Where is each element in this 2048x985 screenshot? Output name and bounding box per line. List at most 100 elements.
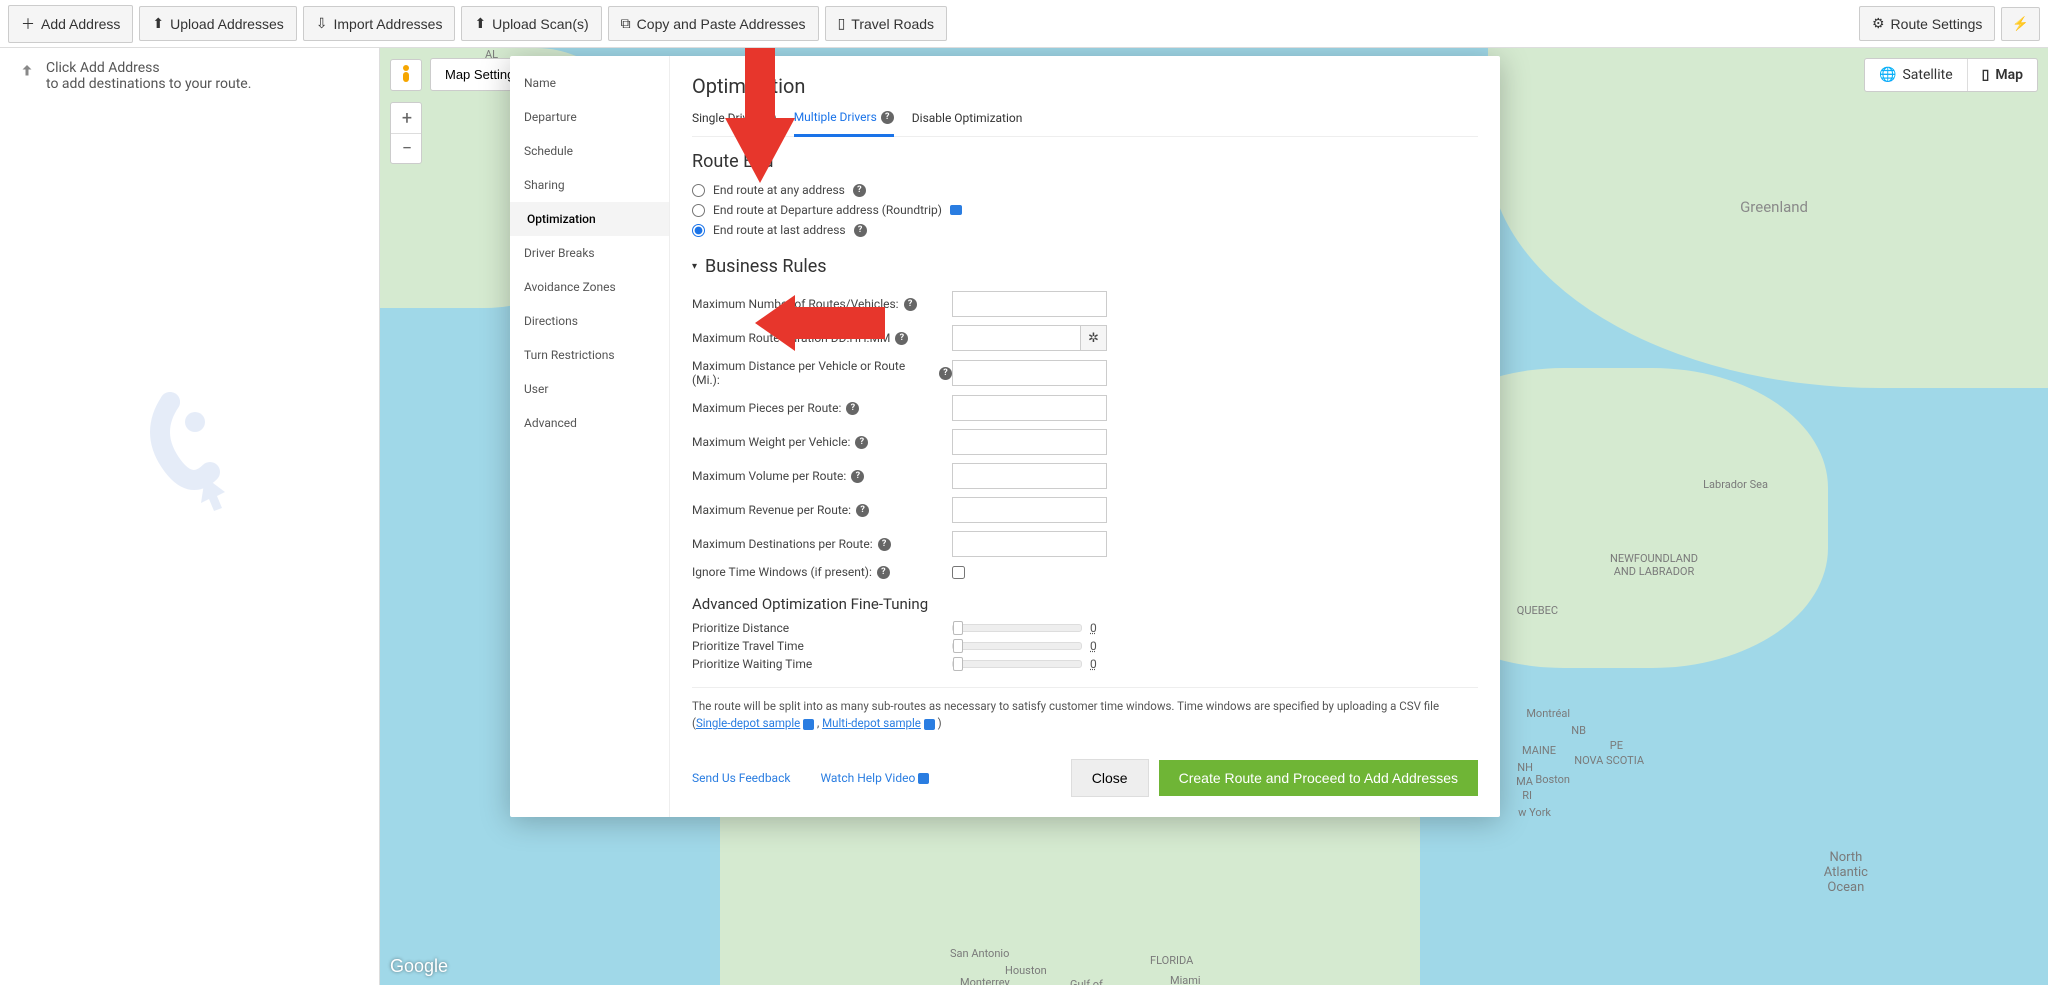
prioritize-distance-value: 0 (1090, 621, 1097, 635)
route-end-any-row[interactable]: End route at any address ? (692, 180, 1478, 200)
map-label-ma: MA (1516, 775, 1533, 788)
sidebar-item-name[interactable]: Name (510, 66, 669, 100)
route-end-departure-row[interactable]: End route at Departure address (Roundtri… (692, 200, 1478, 220)
help-icon[interactable]: ? (878, 538, 891, 551)
send-feedback-link[interactable]: Send Us Feedback (692, 771, 790, 785)
map-label-ri: RI (1522, 789, 1532, 802)
max-destinations-input[interactable] (952, 531, 1107, 557)
multi-depot-sample-link[interactable]: Multi-depot sample (822, 716, 921, 730)
zoom-in-button[interactable]: + (391, 103, 422, 133)
map-icon: ▯ (1982, 67, 1990, 83)
max-destinations-label: Maximum Destinations per Route:? (692, 537, 952, 551)
satellite-label: Satellite (1902, 67, 1952, 83)
single-depot-sample-link[interactable]: Single-depot sample (696, 716, 800, 730)
max-duration-input[interactable] (952, 325, 1080, 351)
watch-help-video-link[interactable]: Watch Help Video (820, 771, 929, 785)
max-weight-label: Maximum Weight per Vehicle:? (692, 435, 952, 449)
help-icon[interactable]: ? (854, 224, 867, 237)
route-end-last-row[interactable]: End route at last address ? (692, 220, 1478, 240)
max-revenue-input[interactable] (952, 497, 1107, 523)
ignore-time-windows-checkbox[interactable] (952, 566, 965, 579)
lightning-button[interactable]: ⚡ (2001, 7, 2040, 41)
route-placeholder-image (18, 392, 361, 512)
tab-disable-optimization[interactable]: Disable Optimization (912, 104, 1023, 136)
max-volume-input[interactable] (952, 463, 1107, 489)
upload-scans-button[interactable]: ⬆ Upload Scan(s) (461, 6, 601, 41)
map-area[interactable]: Greenland Labrador Sea NEWFOUNDLAND AND … (380, 48, 2048, 985)
map-button[interactable]: ▯ Map (1967, 59, 2037, 91)
help-icon[interactable]: ? (895, 332, 908, 345)
add-address-button[interactable]: ＋ Add Address (8, 5, 133, 43)
tab-disable-label: Disable Optimization (912, 111, 1023, 125)
max-distance-label: Maximum Distance per Vehicle or Route (M… (692, 359, 952, 387)
help-icon[interactable]: ? (877, 566, 890, 579)
route-end-any-radio[interactable] (692, 184, 705, 197)
tab-multiple-drivers[interactable]: Multiple Drivers ? (794, 104, 894, 137)
sidebar-item-schedule[interactable]: Schedule (510, 134, 669, 168)
sidebar-item-turn-restrictions[interactable]: Turn Restrictions (510, 338, 669, 372)
copy-paste-addresses-button[interactable]: ⧉ Copy and Paste Addresses (608, 6, 819, 41)
map-label: Map (1995, 67, 2023, 83)
map-label-pe: PE (1610, 739, 1623, 752)
footnote: The route will be split into as many sub… (692, 687, 1478, 733)
max-routes-input[interactable] (952, 291, 1107, 317)
sidebar-item-user[interactable]: User (510, 372, 669, 406)
left-panel-hint: Click Add Address to add destinations to… (18, 60, 361, 92)
help-icon[interactable]: ? (904, 298, 917, 311)
map-label-new-york: w York (1518, 806, 1551, 819)
help-icon[interactable]: ? (846, 402, 859, 415)
optimization-tabs: Single Driver ? Multiple Drivers ? Disab… (692, 104, 1478, 137)
create-route-button[interactable]: Create Route and Proceed to Add Addresse… (1159, 760, 1478, 796)
sidebar-item-sharing[interactable]: Sharing (510, 168, 669, 202)
upload-scans-label: Upload Scan(s) (492, 16, 589, 32)
route-end-last-radio[interactable] (692, 224, 705, 237)
annotation-arrow-left (755, 295, 885, 351)
business-rules-label: Business Rules (705, 256, 827, 277)
hint-line1: Click Add Address (46, 60, 251, 76)
help-icon[interactable]: ? (856, 504, 869, 517)
map-type-toggle: 🌐 Satellite ▯ Map (1864, 58, 2038, 92)
prioritize-distance-slider[interactable] (952, 624, 1082, 632)
modal-sidebar: Name Departure Schedule Sharing Optimiza… (510, 56, 670, 817)
sidebar-item-directions[interactable]: Directions (510, 304, 669, 338)
video-icon[interactable] (950, 205, 962, 215)
travel-roads-button[interactable]: ▯ Travel Roads (825, 6, 947, 41)
route-end-departure-radio[interactable] (692, 204, 705, 217)
sidebar-item-avoidance-zones[interactable]: Avoidance Zones (510, 270, 669, 304)
sliders-icon: ⚙ (1872, 15, 1885, 32)
map-label-montreal: Montréal (1526, 707, 1570, 720)
business-rules-header[interactable]: ▾ Business Rules (692, 256, 1478, 277)
prioritize-travel-slider[interactable] (952, 642, 1082, 650)
route-settings-label: Route Settings (1891, 16, 1983, 32)
help-icon[interactable]: ? (939, 367, 952, 380)
streetview-pegman[interactable] (390, 59, 422, 91)
sidebar-item-driver-breaks[interactable]: Driver Breaks (510, 236, 669, 270)
import-addresses-button[interactable]: ⇩ Import Addresses (303, 6, 456, 41)
upload-addresses-button[interactable]: ⬆ Upload Addresses (139, 6, 296, 41)
max-weight-input[interactable] (952, 429, 1107, 455)
max-pieces-input[interactable] (952, 395, 1107, 421)
zoom-out-button[interactable]: − (391, 133, 422, 163)
top-toolbar: ＋ Add Address ⬆ Upload Addresses ⇩ Impor… (0, 0, 2048, 48)
duration-picker-icon[interactable]: ✲ (1080, 325, 1107, 351)
annotation-arrow-down (725, 48, 795, 188)
help-icon[interactable]: ? (855, 436, 868, 449)
route-settings-button[interactable]: ⚙ Route Settings (1859, 6, 1995, 41)
close-button[interactable]: Close (1071, 759, 1149, 797)
caret-down-icon: ▾ (692, 261, 697, 272)
download-icon[interactable] (803, 719, 814, 730)
help-icon[interactable]: ? (881, 111, 894, 124)
map-label-greenland: Greenland (1740, 198, 1808, 216)
sidebar-item-optimization[interactable]: Optimization (510, 202, 669, 236)
sidebar-item-advanced[interactable]: Advanced (510, 406, 669, 440)
download-icon[interactable] (924, 719, 935, 730)
help-icon[interactable]: ? (853, 184, 866, 197)
max-distance-input[interactable] (952, 360, 1107, 386)
help-icon[interactable]: ? (851, 470, 864, 483)
modal-title: Optimization (692, 74, 1478, 98)
satellite-button[interactable]: 🌐 Satellite (1865, 59, 1967, 91)
map-label-monterrey: Monterrey (960, 976, 1010, 985)
prioritize-waiting-slider[interactable] (952, 660, 1082, 668)
upload-icon: ⬆ (152, 15, 164, 32)
sidebar-item-departure[interactable]: Departure (510, 100, 669, 134)
